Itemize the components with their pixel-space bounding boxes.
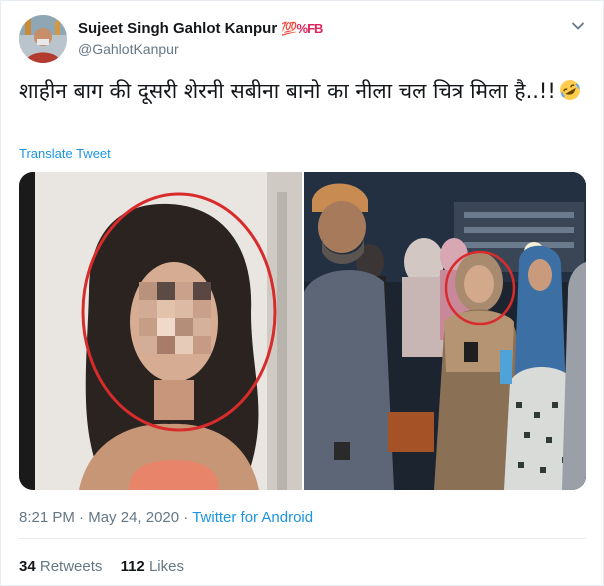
tweet-text: शाहीन बाग की दूसरी शेरनी सबीना बानो का न…	[19, 75, 589, 107]
divider	[19, 538, 586, 539]
translate-tweet-link[interactable]: Translate Tweet	[19, 146, 111, 161]
likes-label: Likes	[148, 558, 184, 575]
meta-separator: ·	[79, 509, 85, 526]
tweet-text-content: शाहीन बाग की दूसरी शेरनी सबीना बानो का न…	[19, 79, 556, 103]
tweet-source-link[interactable]: Twitter for Android	[192, 509, 313, 526]
retweets-count: 34	[19, 558, 36, 575]
tweet-meta: 8:21 PM · May 24, 2020 · Twitter for And…	[19, 509, 313, 526]
author-name-text: Sujeet Singh Gahlot Kanpur	[78, 20, 278, 37]
meta-separator: ·	[183, 509, 189, 526]
tweet-date[interactable]: May 24, 2020	[88, 509, 179, 526]
retweets-label: Retweets	[39, 558, 103, 575]
tweet-time[interactable]: 8:21 PM	[19, 509, 75, 526]
tweet-card: Sujeet Singh Gahlot Kanpur 💯%FB @GahlotK…	[0, 0, 604, 586]
likes-stat[interactable]: 112 Likes	[121, 558, 184, 575]
tweet-media[interactable]	[19, 172, 586, 490]
avatar-photo	[19, 15, 67, 63]
retweets-stat[interactable]: 34 Retweets	[19, 558, 102, 575]
author-badge: 💯%FB	[281, 21, 323, 36]
chevron-down-icon[interactable]	[571, 19, 585, 33]
rolling-on-floor-laughing-emoji-icon	[559, 80, 580, 100]
left-photo[interactable]	[19, 172, 302, 490]
avatar[interactable]	[19, 15, 67, 63]
right-photo[interactable]	[304, 172, 586, 490]
author-name[interactable]: Sujeet Singh Gahlot Kanpur 💯%FB	[78, 20, 323, 37]
likes-count: 112	[120, 558, 145, 575]
pixelated-face-blur	[139, 282, 211, 354]
author-handle[interactable]: @GahlotKanpur	[78, 41, 179, 57]
tweet-stats: 34 Retweets 112 Likes	[19, 558, 198, 575]
